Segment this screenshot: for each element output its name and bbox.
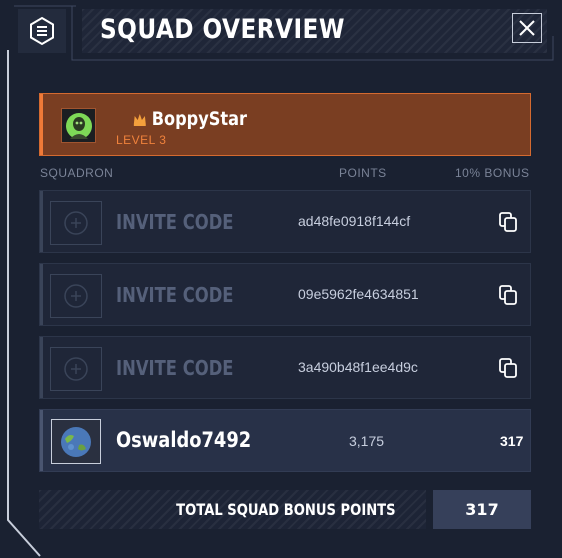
- row-accent-bar: [40, 337, 43, 398]
- invite-code-value: ad48fe0918f144cf: [298, 213, 411, 229]
- plus-circle-icon: [64, 284, 88, 308]
- invite-code-value: 09e5962fe4634851: [298, 286, 419, 302]
- copy-icon[interactable]: [499, 358, 517, 378]
- close-icon: [519, 20, 535, 36]
- total-bonus-label-bar: TOTAL SQUAD BONUS POINTS: [39, 490, 426, 529]
- total-bonus-value-box: 317: [433, 490, 531, 529]
- invite-row: INVITE CODE ad48fe0918f144cf: [39, 190, 531, 253]
- copy-icon[interactable]: [499, 212, 517, 232]
- column-header-bonus: 10% BONUS: [455, 166, 530, 180]
- plus-circle-icon: [64, 211, 88, 235]
- copy-icon[interactable]: [499, 285, 517, 305]
- avatar: [61, 108, 96, 143]
- invite-code-value: 3a490b48f1ee4d9c: [298, 359, 418, 375]
- total-bonus-value: 317: [465, 500, 499, 519]
- column-header-points: POINTS: [339, 166, 387, 180]
- plus-circle-icon: [64, 357, 88, 381]
- invite-code-label: INVITE CODE: [116, 356, 234, 380]
- invite-code-label: INVITE CODE: [116, 210, 234, 234]
- leader-name-text: BoppyStar: [151, 108, 247, 130]
- invite-row: INVITE CODE 09e5962fe4634851: [39, 263, 531, 326]
- crown-icon: [133, 113, 146, 126]
- add-member-slot[interactable]: [50, 274, 102, 318]
- leader-name: BoppyStar: [133, 108, 247, 130]
- add-member-slot[interactable]: [50, 347, 102, 391]
- hamburger-menu-icon: [30, 16, 54, 46]
- squad-leader-row: BoppyStar LEVEL 3: [39, 93, 531, 156]
- page-title: SQUAD OVERVIEW: [100, 14, 345, 45]
- member-points: 3,175: [349, 433, 385, 449]
- avatar: [51, 419, 101, 464]
- add-member-slot[interactable]: [50, 201, 102, 245]
- member-avatar-icon: [61, 426, 91, 457]
- invite-row: INVITE CODE 3a490b48f1ee4d9c: [39, 336, 531, 399]
- leader-level: LEVEL 3: [116, 133, 167, 147]
- member-bonus: 317: [500, 433, 524, 449]
- row-accent-bar: [40, 410, 43, 471]
- total-bonus-label: TOTAL SQUAD BONUS POINTS: [176, 500, 396, 519]
- leader-avatar-icon: [65, 112, 92, 139]
- close-button[interactable]: [512, 13, 542, 43]
- row-accent-bar: [40, 264, 43, 325]
- member-name: Oswaldo7492: [116, 428, 252, 452]
- menu-button[interactable]: [18, 9, 66, 53]
- invite-code-label: INVITE CODE: [116, 283, 234, 307]
- leader-accent-bar: [40, 94, 43, 155]
- column-header-squadron: SQUADRON: [40, 166, 114, 180]
- squad-member-row: Oswaldo7492 3,175 317: [39, 409, 531, 472]
- squad-overview-panel: SQUAD OVERVIEW BoppyStar LEVEL 3 SQUADRO…: [0, 0, 562, 558]
- row-accent-bar: [40, 191, 43, 252]
